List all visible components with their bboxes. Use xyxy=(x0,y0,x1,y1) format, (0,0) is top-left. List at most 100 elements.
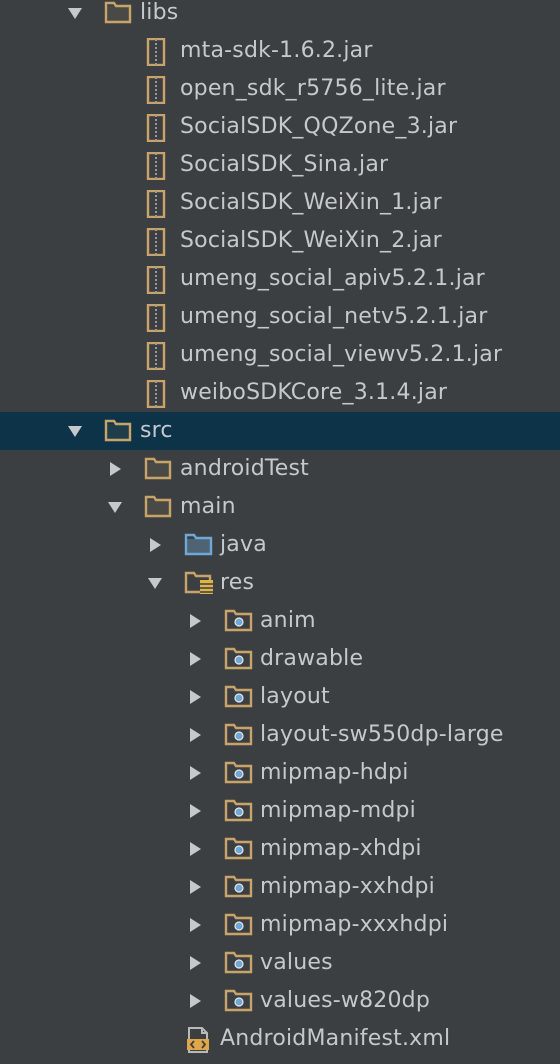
tree-folder-row[interactable]: layout-sw550dp-large xyxy=(0,716,560,754)
tree-folder-row[interactable]: mipmap-xxxhdpi xyxy=(0,906,560,944)
collapse-arrow-icon[interactable] xyxy=(184,602,208,640)
tree-item-label: mipmap-mdpi xyxy=(260,798,416,823)
expand-arrow-icon[interactable] xyxy=(104,488,128,526)
folder-icon xyxy=(104,412,138,450)
tree-folder-row[interactable]: mipmap-xxhdpi xyxy=(0,868,560,906)
collapse-arrow-icon[interactable] xyxy=(184,678,208,716)
package-folder-icon xyxy=(224,602,258,640)
tree-item-label: layout-sw550dp-large xyxy=(260,722,504,747)
tree-item-label: layout xyxy=(260,684,330,709)
tree-item-label: res xyxy=(220,570,255,595)
tree-item-label: values xyxy=(260,950,333,975)
expand-arrow-icon[interactable] xyxy=(64,412,88,450)
package-folder-icon xyxy=(224,792,258,830)
tree-folder-row[interactable]: main xyxy=(0,488,560,526)
tree-file-row[interactable]: SocialSDK_WeiXin_1.jar xyxy=(0,184,560,222)
expand-arrow-icon[interactable] xyxy=(64,0,88,32)
jar-icon xyxy=(146,260,180,298)
tree-file-row[interactable]: weiboSDKCore_3.1.4.jar xyxy=(0,374,560,412)
jar-icon xyxy=(146,222,180,260)
jar-icon xyxy=(146,374,180,412)
jar-icon xyxy=(146,184,180,222)
source-folder-icon xyxy=(184,526,218,564)
package-folder-icon xyxy=(224,830,258,868)
folder-icon xyxy=(104,0,138,32)
tree-file-row[interactable]: mta-sdk-1.6.2.jar xyxy=(0,32,560,70)
xml-file-icon xyxy=(184,1020,218,1058)
tree-item-label: libs xyxy=(140,0,179,25)
tree-folder-row[interactable]: values xyxy=(0,944,560,982)
tree-item-label: androidTest xyxy=(180,456,310,481)
tree-item-label: values-w820dp xyxy=(260,988,431,1013)
tree-item-label: mipmap-xxxhdpi xyxy=(260,912,449,937)
tree-item-label: AndroidManifest.xml xyxy=(220,1026,451,1051)
resource-folder-icon xyxy=(184,564,218,602)
collapse-arrow-icon[interactable] xyxy=(184,754,208,792)
collapse-arrow-icon[interactable] xyxy=(184,982,208,1020)
tree-folder-row[interactable]: layout xyxy=(0,678,560,716)
collapse-arrow-icon[interactable] xyxy=(184,906,208,944)
jar-icon xyxy=(146,70,180,108)
collapse-arrow-icon[interactable] xyxy=(184,868,208,906)
tree-folder-row[interactable]: androidTest xyxy=(0,450,560,488)
collapse-arrow-icon[interactable] xyxy=(104,450,128,488)
tree-item-label: mipmap-hdpi xyxy=(260,760,409,785)
tree-folder-row[interactable]: res xyxy=(0,564,560,602)
tree-item-label: umeng_social_apiv5.2.1.jar xyxy=(180,266,485,291)
tree-item-label: SocialSDK_WeiXin_2.jar xyxy=(180,228,442,253)
tree-folder-row[interactable]: src xyxy=(0,412,560,450)
tree-file-row[interactable]: AndroidManifest.xml xyxy=(0,1020,560,1058)
tree-item-label: open_sdk_r5756_lite.jar xyxy=(180,76,446,101)
tree-folder-row[interactable]: drawable xyxy=(0,640,560,678)
tree-file-row[interactable]: umeng_social_apiv5.2.1.jar xyxy=(0,260,560,298)
jar-icon xyxy=(146,146,180,184)
tree-item-label: SocialSDK_WeiXin_1.jar xyxy=(180,190,442,215)
tree-folder-row[interactable]: libs xyxy=(0,0,560,32)
tree-folder-row[interactable]: java xyxy=(0,526,560,564)
tree-file-row[interactable]: SocialSDK_QQZone_3.jar xyxy=(0,108,560,146)
tree-item-label: drawable xyxy=(260,646,364,671)
tree-item-label: main xyxy=(180,494,236,519)
tree-item-label: weiboSDKCore_3.1.4.jar xyxy=(180,380,448,405)
package-folder-icon xyxy=(224,716,258,754)
package-folder-icon xyxy=(224,754,258,792)
tree-item-label: mta-sdk-1.6.2.jar xyxy=(180,38,373,63)
tree-file-row[interactable]: SocialSDK_WeiXin_2.jar xyxy=(0,222,560,260)
tree-file-row[interactable]: umeng_social_netv5.2.1.jar xyxy=(0,298,560,336)
jar-icon xyxy=(146,32,180,70)
package-folder-icon xyxy=(224,982,258,1020)
tree-item-label: anim xyxy=(260,608,316,633)
tree-folder-row[interactable]: mipmap-hdpi xyxy=(0,754,560,792)
tree-item-label: umeng_social_viewv5.2.1.jar xyxy=(180,342,503,367)
tree-item-label: src xyxy=(140,418,173,443)
tree-file-row[interactable]: open_sdk_r5756_lite.jar xyxy=(0,70,560,108)
package-folder-icon xyxy=(224,640,258,678)
package-folder-icon xyxy=(224,906,258,944)
collapse-arrow-icon[interactable] xyxy=(184,640,208,678)
tree-item-label: umeng_social_netv5.2.1.jar xyxy=(180,304,488,329)
package-folder-icon xyxy=(224,944,258,982)
tree-item-label: java xyxy=(220,532,267,557)
tree-item-label: mipmap-xhdpi xyxy=(260,836,422,861)
tree-folder-row[interactable]: mipmap-xhdpi xyxy=(0,830,560,868)
collapse-arrow-icon[interactable] xyxy=(184,716,208,754)
folder-icon xyxy=(144,488,178,526)
jar-icon xyxy=(146,336,180,374)
expand-arrow-icon[interactable] xyxy=(144,564,168,602)
folder-icon xyxy=(144,450,178,488)
jar-icon xyxy=(146,298,180,336)
tree-item-label: SocialSDK_Sina.jar xyxy=(180,152,389,177)
project-tree: libs mta-sdk-1.6.2.jar open_sdk_r5756_lite… xyxy=(0,0,560,1064)
tree-folder-row[interactable]: values-w820dp xyxy=(0,982,560,1020)
tree-file-row[interactable]: SocialSDK_Sina.jar xyxy=(0,146,560,184)
tree-file-row[interactable]: umeng_social_viewv5.2.1.jar xyxy=(0,336,560,374)
tree-item-label: SocialSDK_QQZone_3.jar xyxy=(180,114,458,139)
collapse-arrow-icon[interactable] xyxy=(184,944,208,982)
tree-item-label: mipmap-xxhdpi xyxy=(260,874,435,899)
collapse-arrow-icon[interactable] xyxy=(184,830,208,868)
tree-folder-row[interactable]: mipmap-mdpi xyxy=(0,792,560,830)
collapse-arrow-icon[interactable] xyxy=(144,526,168,564)
collapse-arrow-icon[interactable] xyxy=(184,792,208,830)
tree-folder-row[interactable]: anim xyxy=(0,602,560,640)
jar-icon xyxy=(146,108,180,146)
